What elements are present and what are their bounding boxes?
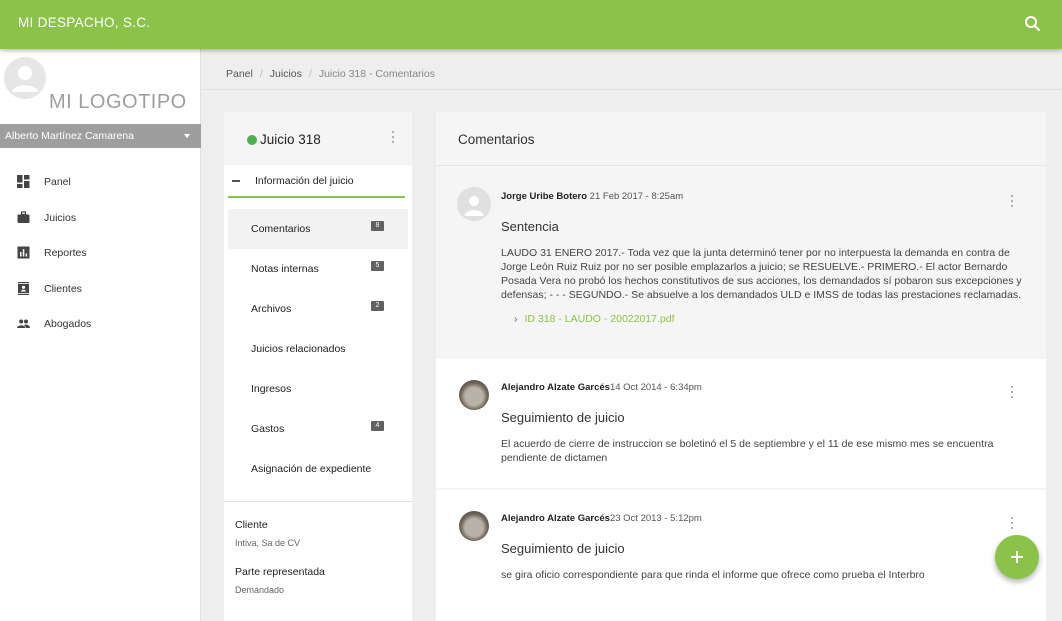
avatar [459, 511, 489, 541]
sidebar-item-juicios[interactable]: Juicios [0, 201, 201, 237]
trial-menu-comentarios[interactable]: Comentarios 8 [228, 209, 408, 249]
breadcrumb-panel[interactable]: Panel [226, 68, 253, 80]
client-value: Intiva, Sa de CV [235, 538, 301, 548]
breadcrumb: Panel / Juicios / Juicio 318 - Comentarios [226, 68, 435, 80]
menu-item-label: Gastos [251, 423, 285, 435]
sidebar-item-label: Clientes [44, 282, 82, 295]
breadcrumb-separator: / [308, 68, 312, 80]
contact-card-icon [17, 281, 30, 295]
sidebar-item-label: Reportes [44, 247, 87, 259]
more-vert-icon[interactable] [1006, 193, 1018, 209]
trial-menu-juicios-relacionados[interactable]: Juicios relacionados [228, 329, 408, 369]
bar-chart-icon [17, 246, 30, 259]
comment-date: 23 Oct 2013 - 5:12pm [609, 513, 702, 524]
avatar [459, 189, 489, 219]
breadcrumb-separator: / [259, 68, 263, 80]
sidebar-item-abogados[interactable]: Abogados [0, 307, 201, 343]
caret-down-icon [184, 134, 190, 138]
sidebar-item-label: Juicios [44, 211, 77, 224]
menu-item-label: Archivos [251, 303, 292, 315]
search-icon[interactable] [1022, 13, 1044, 35]
more-vert-icon[interactable] [387, 129, 399, 145]
user-name: Alberto Martínez Camarena [5, 130, 134, 142]
menu-item-label: Comentarios [251, 223, 311, 235]
logo-text: MI LOGOTIPO [49, 91, 187, 113]
menu-item-label: Notas internas [251, 263, 319, 275]
breadcrumb-juicios[interactable]: Juicios [270, 68, 302, 80]
divider [202, 89, 1062, 90]
party-label: Parte representada [235, 566, 325, 578]
trial-menu-gastos[interactable]: Gastos 4 [228, 409, 408, 449]
comments-panel: Comentarios Jorge Uribe Botero 21 Feb 20… [436, 112, 1046, 621]
sidebar-item-reportes[interactable]: Reportes [0, 236, 201, 272]
user-dropdown[interactable]: Alberto Martínez Camarena [0, 124, 201, 148]
comment-subject: Sentencia [501, 219, 559, 234]
trial-menu-archivos[interactable]: Archivos 2 [228, 289, 408, 329]
comment-meta: Alejandro Alzate Garcés14 Oct 2014 - 6:3… [501, 382, 702, 393]
trial-title: Juicio 318 [260, 132, 321, 147]
trial-menu: Comentarios 8 Notas internas 5 Archivos … [228, 209, 408, 489]
comments-title: Comentarios [458, 132, 535, 147]
sidebar: MI LOGOTIPO Alberto Martínez Camarena Pa… [0, 49, 201, 621]
app-title[interactable]: MI DESPACHO, S.C. [18, 15, 150, 30]
comment-item: Alejandro Alzate Garcés23 Oct 2013 - 5:1… [436, 490, 1046, 621]
add-comment-button[interactable] [995, 535, 1039, 579]
divider [224, 501, 412, 502]
comment-author[interactable]: Alejandro Alzate Garcés [501, 382, 610, 393]
trial-menu-asignacion-expediente[interactable]: Asignación de expediente [228, 449, 408, 489]
comment-body: se gira oficio correspondiente para que … [501, 569, 925, 581]
sidebar-nav: Panel Juicios Reportes Clientes Abogados [0, 165, 201, 343]
count-badge: 4 [371, 421, 384, 431]
menu-item-label: Asignación de expediente [251, 463, 372, 475]
more-vert-icon[interactable] [1006, 384, 1018, 400]
user-avatar[interactable] [4, 57, 46, 99]
count-badge: 5 [371, 261, 384, 271]
comment-date: 14 Oct 2014 - 6:34pm [609, 382, 702, 393]
avatar [459, 380, 489, 410]
briefcase-icon [17, 210, 30, 224]
comment-body: LAUDO 31 ENERO 2017.- Toda vez que la ju… [501, 247, 1022, 301]
breadcrumb-current: Juicio 318 - Comentarios [318, 68, 435, 80]
people-icon [17, 317, 30, 330]
trial-info-label: Información del juicio [255, 175, 354, 187]
sidebar-item-label: Abogados [44, 318, 92, 330]
count-badge: 2 [371, 301, 384, 311]
trial-header: Juicio 318 [224, 112, 412, 165]
chevron-right-icon: › [514, 313, 518, 325]
status-dot [247, 135, 257, 145]
comment-author[interactable]: Jorge Uribe Botero [501, 191, 587, 202]
active-underline [228, 196, 405, 198]
plus-icon-stroke [1016, 551, 1018, 563]
trial-info-toggle[interactable]: Información del juicio [224, 165, 412, 198]
comment-subject: Seguimiento de juicio [501, 410, 625, 425]
sidebar-item-clientes[interactable]: Clientes [0, 272, 201, 308]
party-value: Demandado [235, 585, 285, 595]
trial-menu-ingresos[interactable]: Ingresos [228, 369, 408, 409]
attachment-link[interactable]: › ID 318 - LAUDO - 20022017.pdf [514, 313, 675, 325]
sidebar-item-panel[interactable]: Panel [0, 165, 201, 201]
comment-meta: Jorge Uribe Botero 21 Feb 2017 - 8:25am [501, 191, 683, 202]
top-app-bar: MI DESPACHO, S.C. [0, 0, 1062, 49]
trial-card: Juicio 318 Información del juicio Coment… [224, 112, 412, 621]
comment-item: Alejandro Alzate Garcés14 Oct 2014 - 6:3… [436, 359, 1046, 488]
comment-body: El acuerdo de cierre de instruccion se b… [501, 438, 994, 464]
comment-item: Jorge Uribe Botero 21 Feb 2017 - 8:25am … [436, 165, 1046, 358]
count-badge: 8 [371, 221, 384, 231]
attachment-name: ID 318 - LAUDO - 20022017.pdf [524, 313, 675, 325]
client-label: Cliente [235, 519, 268, 531]
comment-date: 21 Feb 2017 - 8:25am [587, 191, 684, 202]
more-vert-icon[interactable] [1006, 515, 1018, 531]
comment-author[interactable]: Alejandro Alzate Garcés [501, 513, 610, 524]
comment-meta: Alejandro Alzate Garcés23 Oct 2013 - 5:1… [501, 513, 702, 524]
menu-item-label: Ingresos [251, 383, 292, 395]
trial-menu-notas-internas[interactable]: Notas internas 5 [228, 249, 408, 289]
menu-item-label: Juicios relacionados [251, 343, 346, 355]
dashboard-icon [17, 175, 30, 188]
comment-subject: Seguimiento de juicio [501, 541, 625, 556]
collapse-icon [232, 180, 240, 182]
sidebar-item-label: Panel [44, 176, 71, 188]
